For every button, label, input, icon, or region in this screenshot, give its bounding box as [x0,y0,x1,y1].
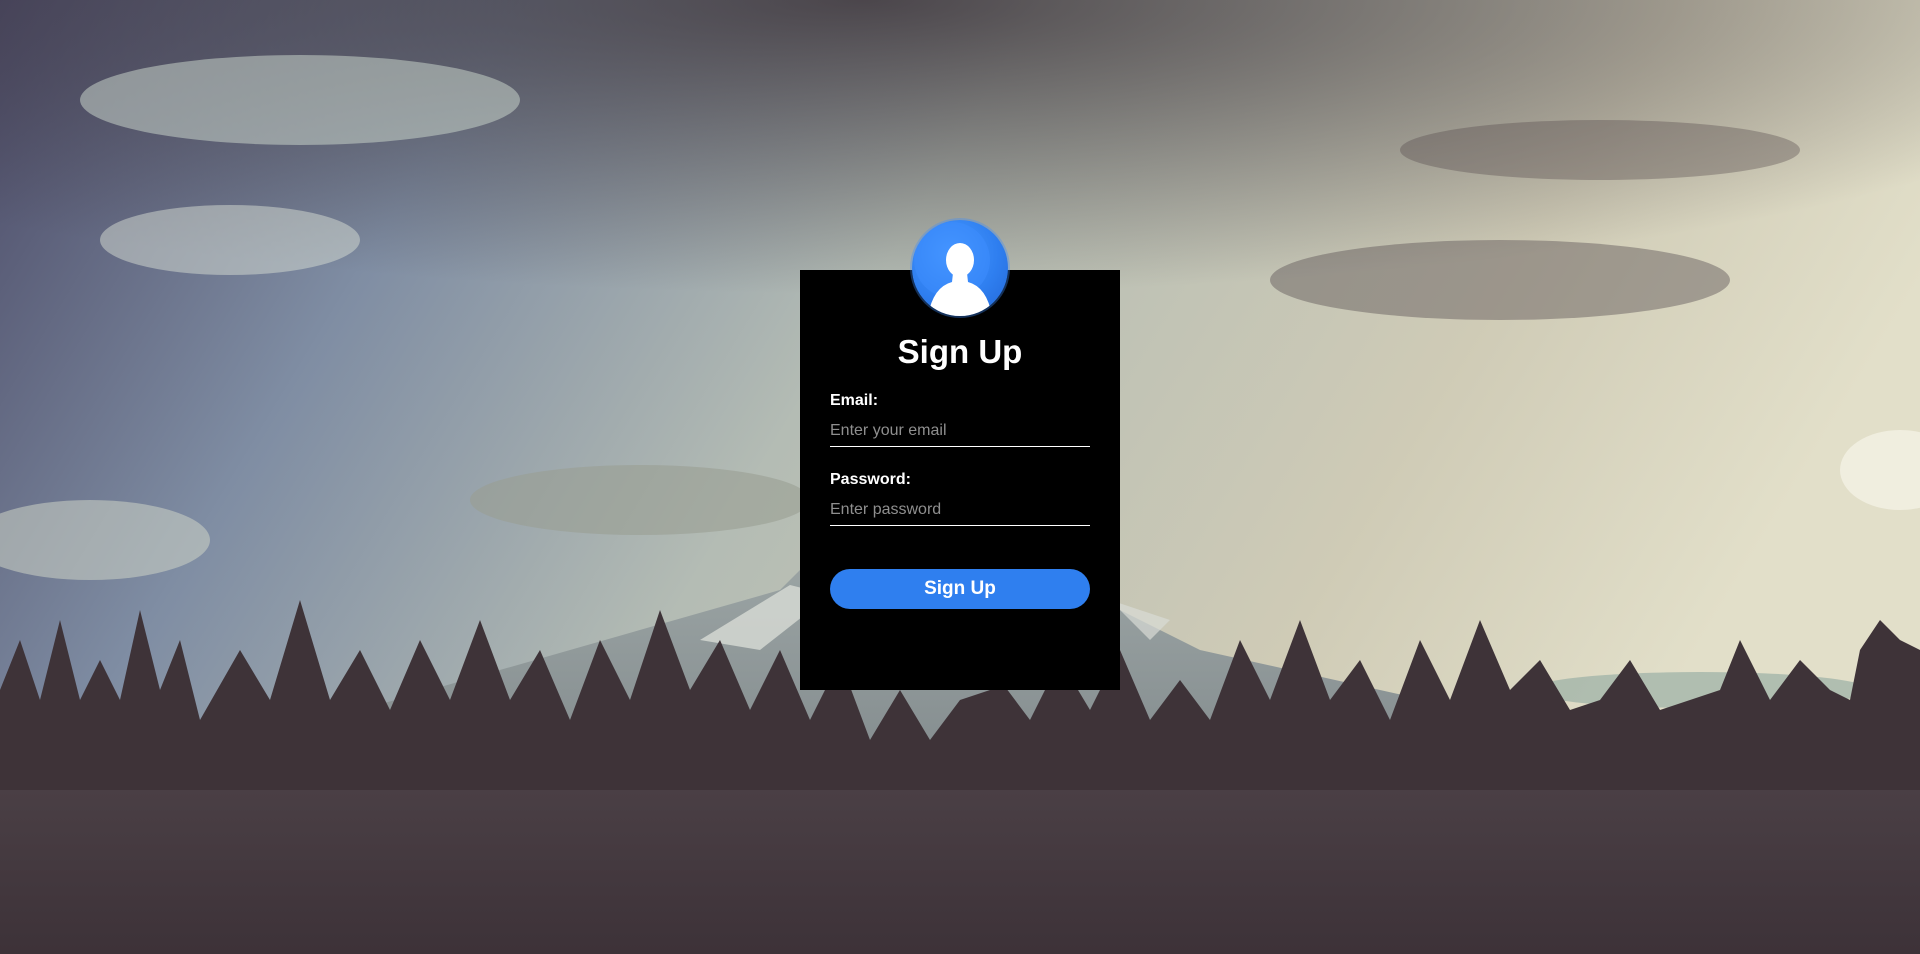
password-label: Password: [830,471,911,488]
email-label: Email: [830,392,879,409]
email-input[interactable] [830,416,1090,447]
sign-up-button[interactable]: Sign Up [830,569,1090,609]
form-title: Sign Up [897,333,1023,370]
password-input[interactable] [830,495,1090,526]
user-avatar-icon [912,220,1008,316]
